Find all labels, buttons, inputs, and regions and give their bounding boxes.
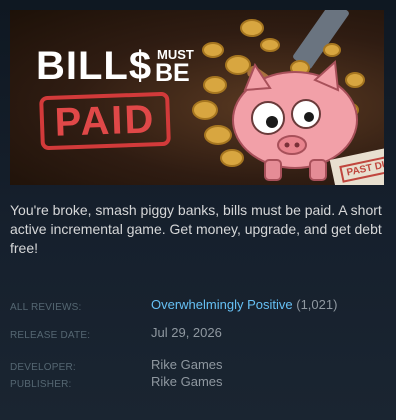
game-info-panel: BILL$ MUST BE PAID PAST DU You're broke,… (0, 0, 396, 420)
developer-link[interactable]: Rike Games (151, 357, 223, 373)
release-date: Jul 29, 2026 (151, 325, 222, 340)
reviews-value: Overwhelmingly Positive (1,021) (151, 297, 337, 313)
reviews-label: ALL REVIEWS: (10, 302, 82, 313)
publisher-link[interactable]: Rike Games (151, 374, 223, 390)
logo-paid-text: PAID (53, 97, 157, 145)
reviews-count: (1,021) (296, 297, 338, 312)
publisher-label: PUBLISHER: (10, 379, 72, 390)
logo-be-text: BE (155, 59, 190, 87)
reviews-summary-link[interactable]: Overwhelmingly Positive (151, 297, 293, 312)
game-capsule-image[interactable]: BILL$ MUST BE PAID PAST DU (10, 10, 384, 185)
logo-paid-box: PAID (39, 91, 171, 151)
release-label: RELEASE DATE: (10, 330, 91, 341)
logo-bills-text: BILL$ (36, 44, 153, 88)
past-due-stamp: PAST DU (339, 154, 384, 183)
game-description: You're broke, smash piggy banks, bills m… (10, 202, 382, 256)
developer-label: DEVELOPER: (10, 362, 76, 373)
